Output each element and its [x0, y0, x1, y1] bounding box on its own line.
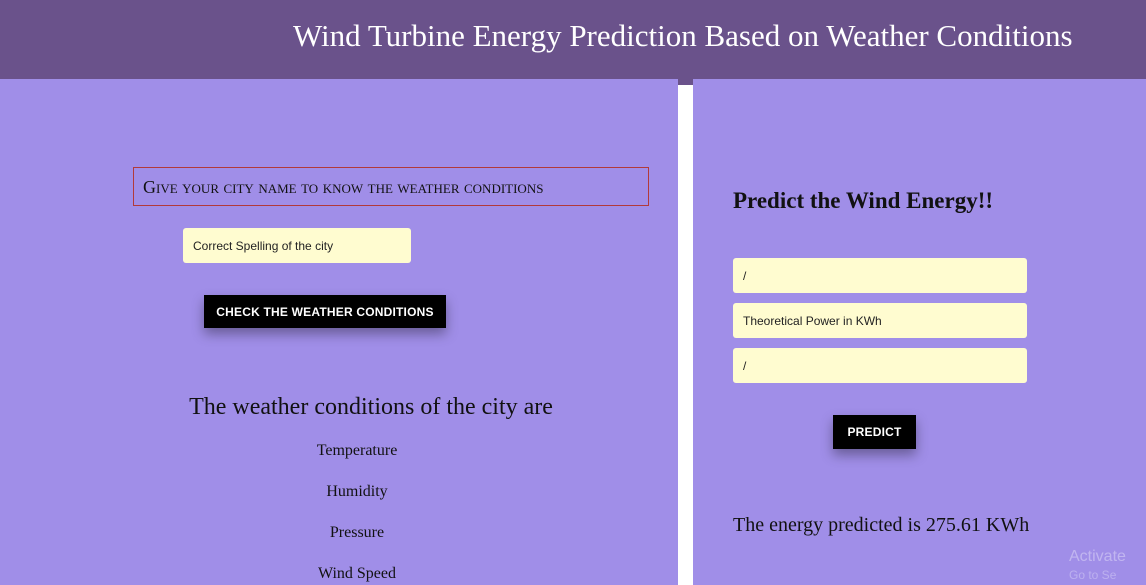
- city-input[interactable]: [183, 228, 411, 263]
- page-title: Wind Turbine Energy Prediction Based on …: [293, 18, 1073, 53]
- city-prompt-text: Give your city name to know the weather …: [143, 177, 544, 197]
- predict-heading: Predict the Wind Energy!!: [733, 188, 994, 213]
- check-weather-button[interactable]: Check the weather conditions: [204, 295, 446, 328]
- activation-watermark-sub: Go to Se: [1069, 568, 1117, 582]
- wind-speed-label: Wind Speed: [317, 565, 396, 582]
- city-prompt-box: Give your city name to know the weather …: [133, 167, 649, 206]
- prediction-panel: Predict the Wind Energy!! Predict The en…: [693, 79, 1146, 585]
- theoretical-power-input[interactable]: [733, 303, 1027, 338]
- weather-panel: Give your city name to know the weather …: [0, 79, 678, 585]
- temperature-label: Temperature: [316, 442, 398, 459]
- activation-watermark: Activate: [1069, 548, 1126, 565]
- weather-results-heading: The weather conditions of the city are: [189, 394, 553, 420]
- header-divider-notch: [678, 79, 693, 85]
- prediction-result: The energy predicted is 275.61 KWh: [733, 514, 1030, 536]
- prediction-input-3[interactable]: [733, 348, 1027, 383]
- page-header: Wind Turbine Energy Prediction Based on …: [0, 0, 1146, 79]
- pressure-label: Pressure: [329, 524, 385, 541]
- predict-button[interactable]: Predict: [833, 415, 916, 449]
- humidity-label: Humidity: [326, 483, 388, 500]
- prediction-input-1[interactable]: [733, 258, 1027, 293]
